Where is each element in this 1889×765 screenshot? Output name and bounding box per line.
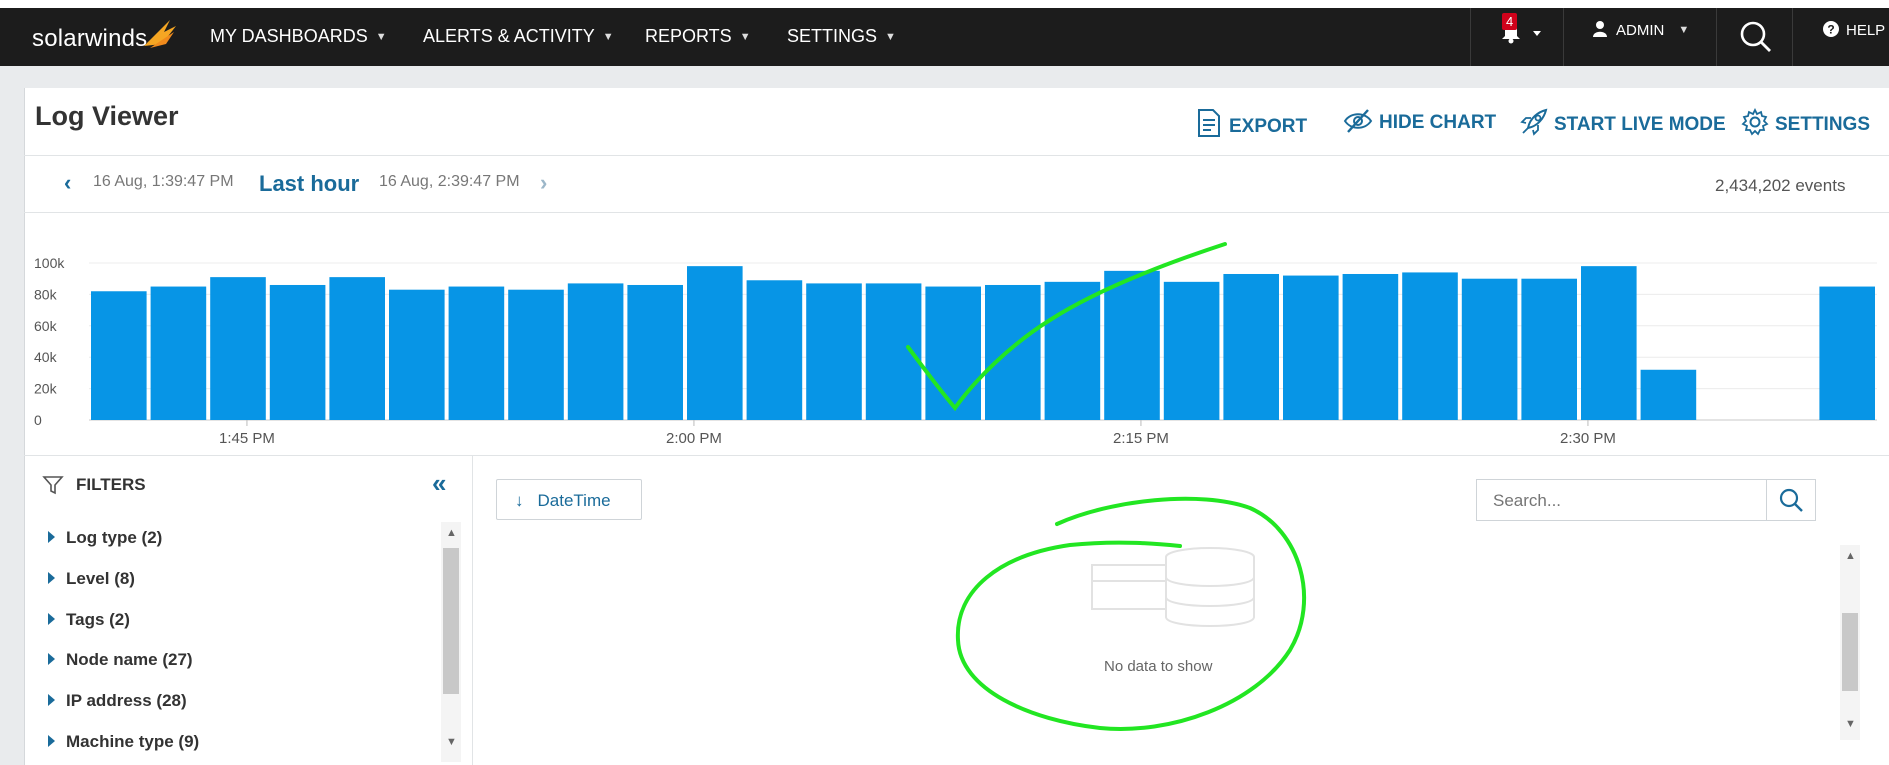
histogram-bar[interactable] [508, 289, 564, 420]
histogram-bar[interactable] [925, 286, 981, 420]
funnel-icon [42, 476, 64, 495]
histogram-bar[interactable] [150, 286, 207, 420]
histogram-bar[interactable] [1581, 266, 1637, 420]
histogram-bar[interactable] [985, 284, 1041, 420]
filter-node-name[interactable]: Node name (27) [48, 650, 193, 670]
x-tick-label: 2:30 PM [1560, 430, 1616, 447]
histogram-bar[interactable] [389, 289, 445, 420]
histogram-bar[interactable] [1104, 270, 1160, 420]
histogram-bar[interactable] [806, 283, 862, 420]
histogram-bar[interactable] [1640, 369, 1697, 420]
y-tick-label: 80k [34, 286, 58, 302]
histogram-bar[interactable] [329, 277, 385, 420]
histogram-bar[interactable] [91, 291, 147, 420]
histogram-bar[interactable] [1521, 278, 1577, 420]
y-tick-label: 40k [34, 349, 58, 365]
empty-state-text: No data to show [1104, 658, 1213, 675]
y-tick-label: 100k [34, 255, 65, 271]
histogram-bar[interactable] [1223, 273, 1279, 420]
filter-level[interactable]: Level (8) [48, 569, 135, 589]
histogram-bar[interactable] [1044, 281, 1101, 420]
vertical-divider [472, 455, 473, 765]
histogram-bar[interactable] [1461, 278, 1518, 420]
histogram-bar[interactable] [1402, 272, 1458, 420]
database-empty-icon [1091, 547, 1255, 627]
histogram-bar[interactable] [746, 280, 803, 420]
expand-triangle-icon [48, 694, 55, 706]
histogram-bar[interactable] [627, 284, 683, 420]
scroll-up-icon[interactable]: ▲ [446, 527, 457, 539]
scroll-down-icon[interactable]: ▼ [1845, 718, 1856, 730]
histogram-bar[interactable] [269, 284, 326, 420]
expand-triangle-icon [48, 572, 55, 584]
expand-triangle-icon [48, 613, 55, 625]
x-tick-label: 2:00 PM [666, 430, 722, 447]
histogram-bar[interactable] [1163, 281, 1220, 420]
filter-machine-type[interactable]: Machine type (9) [48, 732, 199, 752]
scroll-up-icon[interactable]: ▲ [1845, 550, 1856, 562]
expand-triangle-icon [48, 531, 55, 543]
histogram-bar[interactable] [1819, 286, 1875, 420]
y-tick-label: 0 [34, 412, 42, 428]
y-tick-label: 20k [34, 381, 58, 397]
expand-triangle-icon [48, 735, 55, 747]
histogram-bar[interactable] [1283, 275, 1339, 420]
search-icon [1779, 488, 1803, 512]
sort-datetime-button[interactable]: ↓ DateTime [496, 479, 642, 520]
arrow-down-icon: ↓ [515, 491, 524, 510]
filter-log-type[interactable]: Log type (2) [48, 528, 162, 548]
filter-ip-address[interactable]: IP address (28) [48, 691, 187, 711]
collapse-filters-icon[interactable]: « [432, 468, 446, 499]
x-tick-label: 1:45 PM [219, 430, 275, 447]
histogram-bar[interactable] [210, 277, 266, 420]
scroll-down-icon[interactable]: ▼ [446, 736, 457, 748]
search-box [1476, 479, 1816, 521]
results-scrollbar-thumb[interactable] [1842, 613, 1858, 691]
x-tick-label: 2:15 PM [1113, 430, 1169, 447]
search-button[interactable] [1766, 480, 1815, 520]
histogram-bar[interactable] [567, 283, 624, 420]
filters-scrollbar-thumb[interactable] [443, 548, 459, 694]
divider [24, 455, 1889, 456]
expand-triangle-icon [48, 653, 55, 665]
y-tick-label: 60k [34, 318, 58, 334]
histogram-bar[interactable] [1342, 273, 1399, 420]
filters-title: FILTERS [76, 475, 146, 494]
search-input[interactable] [1491, 490, 1755, 512]
histogram-bar[interactable] [865, 283, 922, 420]
events-histogram-chart: 100k 80k 60k 40k 20k 0 1:45 PM 2:00 PM 2:15 PM 2:… [34, 255, 1877, 447]
histogram-bar[interactable] [448, 286, 505, 420]
histogram-bar[interactable] [687, 266, 743, 420]
filter-tags[interactable]: Tags (2) [48, 610, 130, 630]
